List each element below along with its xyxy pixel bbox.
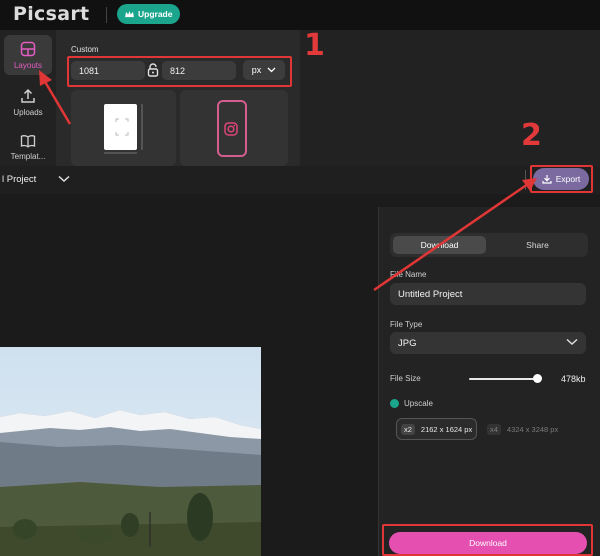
upscale-multiplier: x4	[487, 423, 501, 435]
file-size-label: File Size	[390, 374, 421, 383]
custom-size-label: Custom	[71, 45, 99, 54]
annotation-step-1: 1	[304, 28, 325, 63]
highlight-box-export	[530, 165, 593, 193]
tab-download[interactable]: Download	[393, 236, 486, 254]
project-name[interactable]: l Project	[2, 174, 36, 185]
upscale-toggle[interactable]	[390, 399, 399, 408]
highlight-box-download	[382, 524, 593, 556]
landscape-image	[0, 347, 261, 556]
file-size-slider-thumb[interactable]	[533, 374, 542, 383]
upgrade-label: Upgrade	[138, 9, 173, 19]
annotation-step-2: 2	[521, 118, 542, 153]
upscale-option-x2[interactable]: x2 2162 x 1624 px	[396, 418, 478, 440]
chevron-down-icon[interactable]	[58, 175, 70, 183]
highlight-box-size	[67, 56, 292, 87]
file-name-label: File Name	[390, 270, 427, 279]
upscale-option-x4[interactable]: x4 4324 x 3248 px	[483, 418, 562, 440]
layout-icon	[20, 41, 36, 57]
file-type-select[interactable]: JPG	[390, 332, 586, 354]
upscale-multiplier: x2	[401, 423, 415, 435]
upscale-size: 4324 x 3248 px	[506, 424, 559, 434]
sidebar-item-uploads[interactable]: Uploads	[4, 82, 52, 122]
chevron-down-icon	[566, 338, 578, 346]
sidebar-item-layouts[interactable]: Layouts	[4, 35, 52, 75]
canvas-guides	[104, 104, 143, 154]
file-size-slider-track[interactable]	[469, 378, 539, 380]
tab-share[interactable]: Share	[491, 236, 584, 254]
file-type-label: File Type	[390, 320, 423, 329]
upgrade-button[interactable]: Upgrade	[117, 4, 181, 24]
upload-icon	[20, 88, 36, 104]
file-size-value: 478kb	[561, 374, 586, 384]
crown-icon	[125, 10, 134, 17]
file-name-input[interactable]: Untitled Project	[390, 283, 586, 305]
sidebar-item-label: Layouts	[13, 60, 43, 70]
project-bar	[0, 166, 600, 194]
picsart-logo[interactable]: Picsart	[13, 3, 89, 25]
sidebar-item-label: Templat...	[10, 151, 46, 161]
sidebar-item-label: Uploads	[13, 107, 43, 117]
divider	[106, 7, 107, 23]
divider	[525, 170, 526, 190]
canvas-photo[interactable]	[0, 347, 261, 556]
top-bar	[0, 0, 600, 30]
workspace-top	[300, 30, 600, 166]
instagram-icon	[224, 122, 238, 136]
side-nav: Layouts Uploads Templat...	[0, 30, 56, 166]
book-icon	[20, 134, 36, 148]
upscale-label: Upscale	[404, 399, 433, 408]
sidebar-item-templates[interactable]: Templat...	[4, 127, 52, 167]
upscale-size: 2162 x 1624 px	[420, 424, 473, 434]
